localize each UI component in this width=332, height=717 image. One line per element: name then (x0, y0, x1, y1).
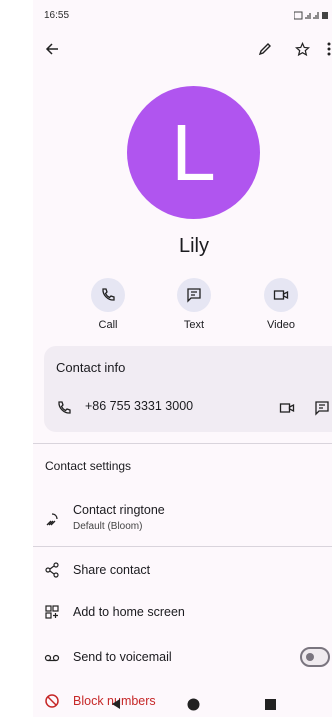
home-screen-icon (45, 605, 59, 619)
edit-button[interactable] (254, 38, 276, 60)
message-icon (187, 288, 201, 303)
video-label: Video (267, 319, 295, 331)
call-pill[interactable] (91, 278, 125, 312)
phone-icon (102, 288, 115, 301)
voicemail-toggle[interactable] (300, 647, 330, 667)
top-app-bar (33, 38, 332, 64)
text-pill[interactable] (177, 278, 211, 312)
back-button[interactable] (41, 38, 63, 60)
call-label: Call (98, 319, 118, 331)
contact-ringtone-row[interactable]: Contact ringtone Default (Bloom) (33, 500, 332, 538)
send-to-voicemail-row[interactable]: Send to voicemail (33, 640, 332, 674)
status-time: 16:55 (44, 10, 70, 21)
share-contact-label: Share contact (73, 563, 151, 577)
ringtone-icon (46, 513, 58, 526)
share-contact-row[interactable]: Share contact (33, 553, 332, 587)
phone-number-row[interactable]: +86 755 3331 3000 (44, 390, 332, 422)
section-divider (33, 546, 332, 547)
video-icon (273, 290, 289, 300)
contact-info-card: Contact info +86 755 3331 3000 (44, 346, 332, 432)
more-options-button[interactable] (323, 38, 332, 60)
phone-number: +86 755 3331 3000 (85, 399, 194, 413)
contact-settings-title: Contact settings (45, 459, 132, 473)
message-icon[interactable] (314, 400, 330, 416)
nav-recents-icon[interactable] (265, 699, 276, 710)
add-to-home-row[interactable]: Add to home screen (33, 595, 332, 629)
share-icon (45, 562, 59, 578)
toggle-knob (306, 653, 314, 661)
status-icons (294, 11, 328, 20)
ringtone-label: Contact ringtone (73, 503, 165, 517)
call-action[interactable]: Call (78, 278, 138, 331)
text-label: Text (183, 319, 205, 331)
arrow-back-icon (45, 43, 58, 55)
status-bar: 16:55 (33, 0, 332, 28)
contact-info-title: Contact info (56, 360, 126, 375)
ringtone-value: Default (Bloom) (73, 521, 143, 532)
phone-icon (58, 401, 71, 414)
system-nav-bar (33, 692, 332, 717)
contact-detail-screen: 16:55 L Lily Call Text Video Contact inf… (33, 0, 332, 717)
video-call-icon[interactable] (279, 400, 295, 416)
add-to-home-label: Add to home screen (73, 605, 185, 619)
more-vert-icon (327, 42, 331, 56)
nav-home-icon[interactable] (187, 698, 200, 711)
voicemail-icon (44, 654, 60, 662)
pencil-icon (258, 43, 271, 56)
video-pill[interactable] (264, 278, 298, 312)
voicemail-label: Send to voicemail (73, 650, 172, 664)
contact-name: Lily (178, 235, 209, 257)
contact-avatar: L (127, 86, 260, 219)
nav-back-icon[interactable] (110, 698, 122, 710)
text-action[interactable]: Text (164, 278, 224, 331)
star-icon (294, 41, 310, 56)
video-action[interactable]: Video (251, 278, 311, 331)
section-divider (33, 443, 332, 444)
favorite-button[interactable] (291, 38, 313, 60)
